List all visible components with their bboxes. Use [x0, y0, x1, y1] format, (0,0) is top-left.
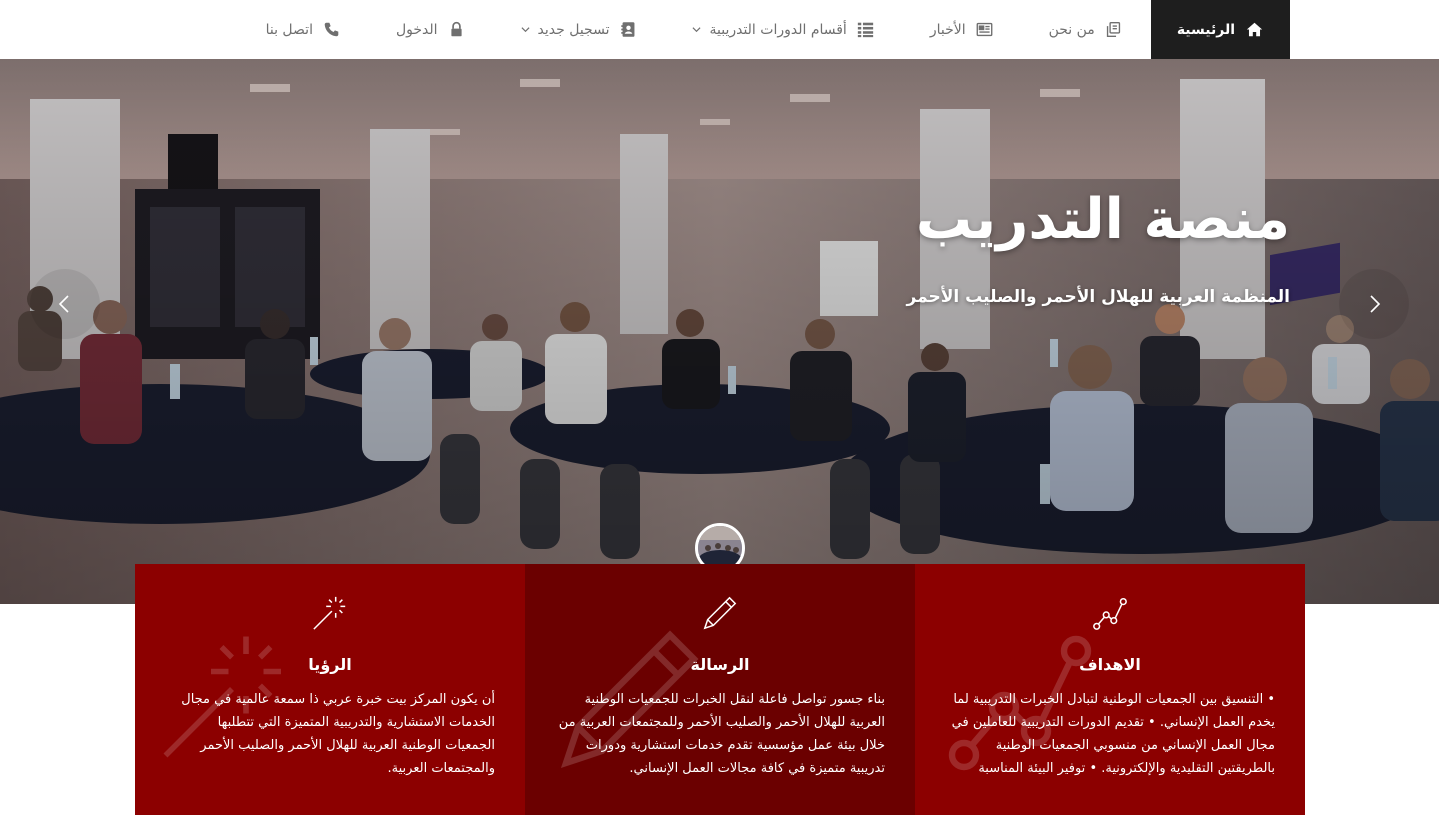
- chevron-right-icon: [1370, 295, 1381, 313]
- list-icon: [856, 20, 876, 40]
- nav-item-login[interactable]: الدخول: [369, 0, 494, 59]
- feature-text: أن يكون المركز بيت خبرة عربي ذا سمعة عال…: [181, 692, 495, 776]
- nav-item-contact[interactable]: اتصل بنا: [239, 0, 369, 59]
- nav-item-label: اتصل بنا: [265, 21, 313, 38]
- pencil-icon: [555, 594, 885, 634]
- nav-item-label: أقسام الدورات التدريبية: [709, 21, 847, 38]
- feature-text: • التنسيق بين الجمعيات الوطنية لتبادل ال…: [951, 692, 1275, 776]
- hero-subtitle: المنظمة العربية للهلال الأحمر والصليب ال…: [906, 287, 1290, 307]
- lock-icon: [447, 20, 467, 40]
- feature-vision: الرؤيا أن يكون المركز بيت خبرة عربي ذا س…: [135, 564, 525, 815]
- nav-item-label: تسجيل جديد: [537, 21, 610, 38]
- contact-card-icon: [618, 20, 638, 40]
- copy-icon: [1104, 20, 1124, 40]
- nav-item-course-sections[interactable]: أقسام الدورات التدريبية: [665, 0, 902, 59]
- nav-item-register[interactable]: تسجيل جديد: [494, 0, 666, 59]
- nav-item-label: الدخول: [395, 21, 438, 38]
- nav-item-about[interactable]: من نحن: [1022, 0, 1151, 59]
- graph-icon: [945, 594, 1275, 634]
- slider-next-button[interactable]: [1339, 269, 1409, 339]
- slider-prev-button[interactable]: [30, 269, 100, 339]
- top-navbar: الرئيسية من نحن الأخبار أقسام الدورات ال…: [0, 0, 1439, 59]
- feature-text: بناء جسور تواصل فاعلة لنقل الخبرات للجمع…: [558, 692, 885, 776]
- nav-item-home[interactable]: الرئيسية: [1150, 0, 1290, 59]
- chevron-down-icon: [521, 25, 530, 34]
- chevron-left-icon: [58, 295, 69, 313]
- nav-item-news[interactable]: الأخبار: [903, 0, 1022, 59]
- feature-title: الاهداف: [1079, 655, 1141, 674]
- main-menu: الرئيسية من نحن الأخبار أقسام الدورات ال…: [239, 0, 1290, 59]
- hero-slider: منصة التدريب المنظمة العربية للهلال الأح…: [0, 59, 1439, 604]
- nav-item-label: الأخبار: [929, 21, 966, 38]
- phone-icon: [322, 20, 342, 40]
- feature-objectives: الاهداف • التنسيق بين الجمعيات الوطنية ل…: [915, 564, 1305, 815]
- nav-item-label: من نحن: [1048, 21, 1095, 38]
- nav-item-label: الرئيسية: [1176, 21, 1235, 38]
- home-icon: [1244, 20, 1264, 40]
- hero-title: منصة التدريب: [915, 187, 1290, 252]
- about-features: الاهداف • التنسيق بين الجمعيات الوطنية ل…: [135, 564, 1305, 815]
- feature-title: الرسالة: [690, 655, 750, 674]
- feature-title: الرؤيا: [308, 655, 352, 674]
- newspaper-icon: [975, 20, 995, 40]
- feature-mission: الرسالة بناء جسور تواصل فاعلة لنقل الخبر…: [525, 564, 915, 815]
- magic-wand-icon: [165, 594, 495, 634]
- chevron-down-icon: [692, 25, 701, 34]
